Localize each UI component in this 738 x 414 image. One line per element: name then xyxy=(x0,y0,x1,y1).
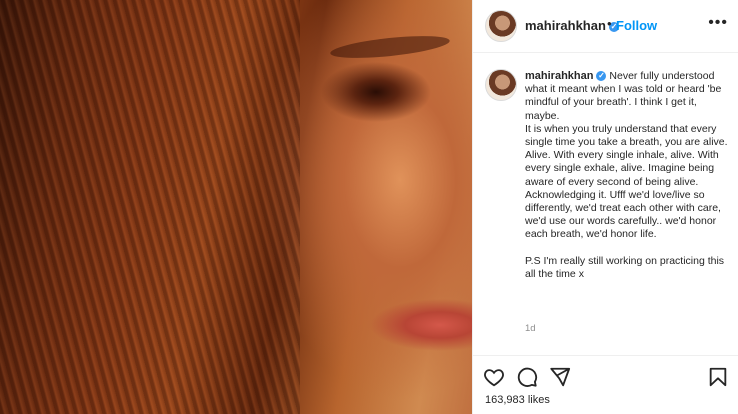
caption-paragraph-1: mahirahkhan ✓ Never fully understood what… xyxy=(525,70,730,123)
post-photo[interactable] xyxy=(0,0,472,414)
follow-button[interactable]: Follow xyxy=(616,18,657,33)
share-icon[interactable] xyxy=(549,366,571,388)
caption-username[interactable]: mahirahkhan ✓ xyxy=(525,70,607,82)
post-caption: mahirahkhan ✓ Never fully understood what… xyxy=(525,70,730,281)
photo-brow-shape xyxy=(329,31,451,63)
avatar[interactable] xyxy=(485,10,517,42)
heart-icon[interactable] xyxy=(483,366,505,388)
comment-icon[interactable] xyxy=(516,366,538,388)
bookmark-icon[interactable] xyxy=(707,366,729,388)
post-header: mahirahkhan ✓ • Follow ••• xyxy=(473,0,738,53)
photo-hair-texture xyxy=(0,0,300,414)
likes-count[interactable]: 163,983 likes xyxy=(485,394,550,406)
more-options-icon[interactable]: ••• xyxy=(708,14,728,32)
header-username-text[interactable]: mahirahkhan xyxy=(525,18,606,33)
action-bar xyxy=(473,356,738,388)
header-username[interactable]: mahirahkhan ✓ xyxy=(525,18,619,33)
post-timestamp[interactable]: 1d xyxy=(525,323,536,334)
comments-area[interactable]: mahirahkhan ✓ Never fully understood what… xyxy=(473,53,738,356)
verified-badge-icon: ✓ xyxy=(596,71,607,81)
caption-username-text[interactable]: mahirahkhan xyxy=(525,70,593,82)
caption-postscript: P.S I'm really still working on practici… xyxy=(525,254,725,280)
caption-avatar[interactable] xyxy=(485,69,517,101)
post-side-panel: mahirahkhan ✓ • Follow ••• mahirahkhan ✓ N… xyxy=(473,0,738,414)
header-separator: • xyxy=(607,16,612,31)
caption-paragraph-2: It is when you truly understand that eve… xyxy=(525,122,728,241)
